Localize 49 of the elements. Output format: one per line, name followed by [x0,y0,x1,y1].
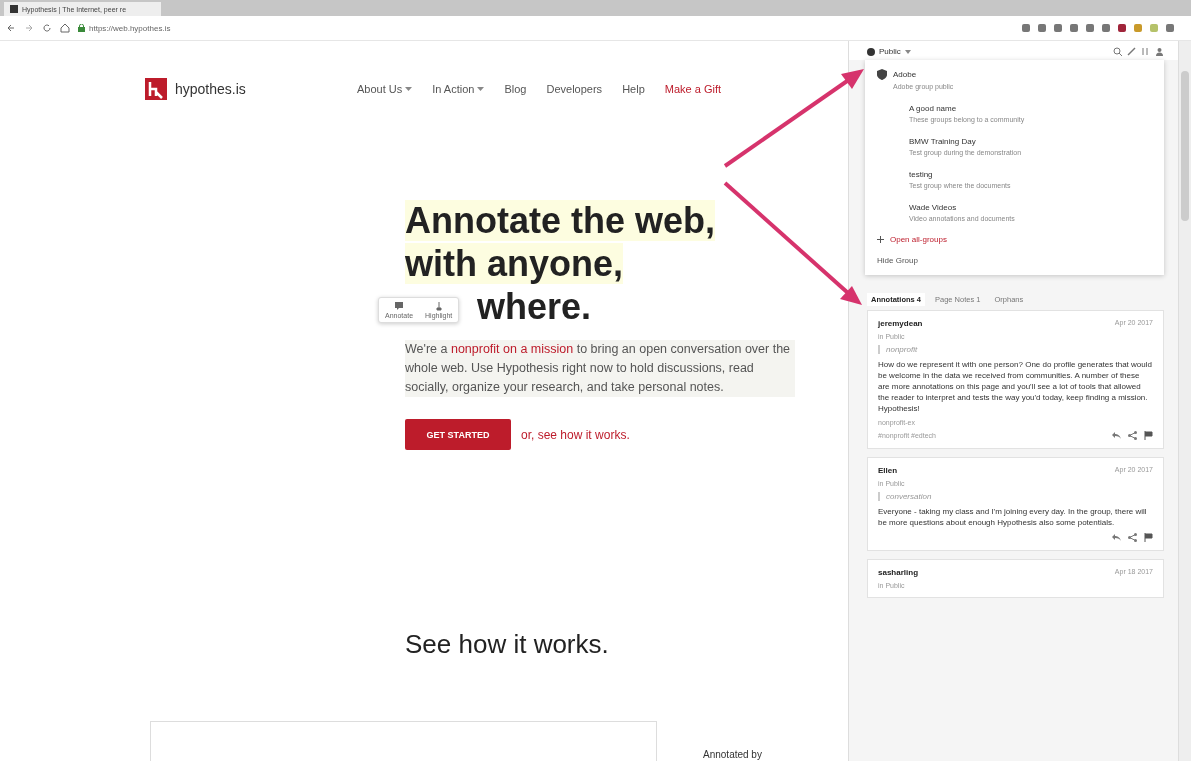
page-icon [10,5,18,13]
annotation-text: How do we represent it with one person? One do profile generates that would be welcome in the data we received from communities. A number of these are more annotations on this page and you'll see a lot of tools that allowed the reader to interpret and tests the way you'd today, keep finding a mission. Hypothesis! [878,359,1153,414]
reply-icon[interactable] [1112,431,1121,440]
address-text[interactable]: https://web.hypothes.is [89,23,171,33]
caret-icon [477,86,485,92]
share-icon[interactable] [1128,533,1137,542]
nav-link[interactable]: Make a Gift [664,83,721,95]
section-title: See how it works. [405,629,609,660]
annotation-text: Everyone - taking my class and I'm joining every day. In the group, there will be more questions about enough Hypothesis also some potentials. [878,506,1148,528]
user-name[interactable]: Ellen [878,466,898,475]
flag-icon[interactable] [1144,533,1153,542]
globe-icon [867,47,875,56]
logo-text: hypothes.is [175,81,246,97]
scroll-thumb[interactable] [1181,71,1189,221]
plus-icon [877,236,884,243]
get-started-button[interactable]: GET STARTED [405,419,511,450]
caret-icon [405,86,413,92]
home-icon[interactable] [60,23,70,33]
share-icon[interactable] [1128,431,1137,440]
user-name[interactable]: jeremydean [878,319,923,328]
caption-text: Annotated by [703,749,762,760]
how-it-works-link[interactable]: or, see how it works. [521,427,630,442]
user-name[interactable]: sasharling [878,568,918,577]
quote-text: nonprofit [878,345,1153,354]
comment-icon [394,301,404,311]
pen-icon[interactable] [1127,47,1136,56]
group-action[interactable]: Hide Group [865,250,1164,271]
shield-icon [877,69,887,80]
nav-link[interactable]: Blog [504,83,527,95]
nav-link[interactable]: About Us [357,83,413,95]
nav-link[interactable]: Help [622,83,645,95]
logo-icon [145,78,167,100]
group-selector[interactable]: Public [867,47,911,56]
intro-paragraph: We're a nonprofit on a mission to bring an open conversation over the whole web. Use Hypothesis right now to hold discussions, read socially, organize your research, and take personal notes. [405,340,795,397]
lock-icon [78,24,85,32]
flag-icon[interactable] [1144,431,1153,440]
headline-line: where. [477,286,592,327]
reply-icon[interactable] [1112,533,1121,542]
nav-link[interactable]: In Action [432,83,485,95]
group-action[interactable]: Open all-groups [865,229,1164,250]
nav-link[interactable]: Developers [546,83,603,95]
caret-icon [904,49,911,54]
reload-icon[interactable] [42,23,52,33]
highlighter-icon [433,301,444,311]
search-icon[interactable] [1113,47,1122,56]
back-icon[interactable] [6,23,16,33]
forward-icon[interactable] [24,23,34,33]
user-icon[interactable] [1155,47,1164,56]
quote-text: conversation [878,492,1153,501]
